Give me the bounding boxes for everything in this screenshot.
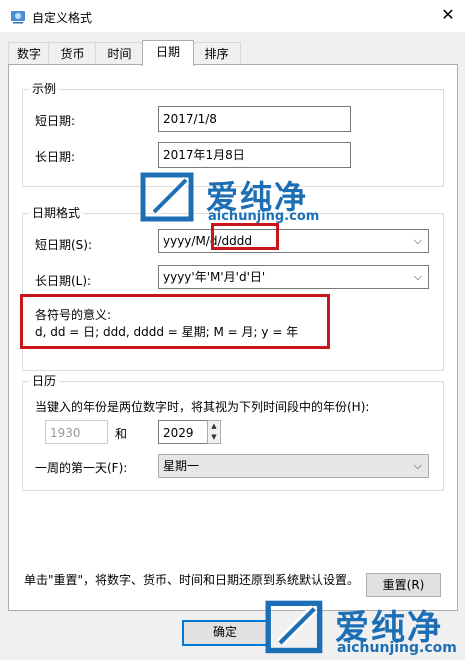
- spin-down-icon[interactable]: ▼: [208, 432, 220, 443]
- two-digit-year-text: 当键入的年份是两位数字时，将其视为下列时间段中的年份(H):: [35, 400, 370, 414]
- short-date-combo[interactable]: yyyy/M/d/dddd ⌵: [158, 229, 429, 253]
- tab-currency[interactable]: 货币: [48, 42, 97, 65]
- highlight-format-suffix: [211, 223, 279, 250]
- calendar-group-label: 日历: [29, 374, 60, 388]
- example-short-label: 短日期:: [35, 114, 76, 128]
- close-icon: ✕: [441, 5, 455, 24]
- year-from-field: 1930: [45, 420, 108, 444]
- first-day-label: 一周的第一天(F):: [35, 461, 128, 475]
- title-bar: 自定义格式 ✕: [0, 0, 465, 32]
- example-long-label: 长日期:: [35, 150, 76, 164]
- calendar-group: 日历 当键入的年份是两位数字时，将其视为下列时间段中的年份(H): 1930 和…: [22, 374, 444, 491]
- long-date-combo[interactable]: yyyy'年'M'月'd'日' ⌵: [158, 265, 429, 289]
- watermark-url: aichunjing.com: [337, 640, 457, 656]
- spin-up-icon[interactable]: ▲: [208, 421, 220, 432]
- and-label: 和: [115, 427, 128, 441]
- example-long-date-field: 2017年1月8日: [158, 142, 351, 168]
- long-date-label: 长日期(L):: [35, 274, 92, 288]
- short-date-label: 短日期(S):: [35, 238, 93, 252]
- reset-button[interactable]: 重置(R): [366, 573, 441, 597]
- window-title: 自定义格式: [32, 11, 93, 25]
- long-date-value: yyyy'年'M'月'd'日': [163, 270, 266, 284]
- tab-sort[interactable]: 排序: [192, 42, 241, 65]
- chevron-down-icon[interactable]: ⌵: [414, 269, 422, 285]
- year-spinner[interactable]: ▲ ▼: [207, 420, 221, 444]
- ok-button[interactable]: 确定: [182, 620, 268, 646]
- chevron-down-icon[interactable]: ⌵: [414, 233, 422, 249]
- tab-number[interactable]: 数字: [8, 42, 50, 65]
- example-group: 示例 短日期: 2017/1/8 长日期: 2017年1月8日: [22, 82, 444, 187]
- chevron-down-icon[interactable]: ⌵: [414, 458, 422, 474]
- first-day-combo[interactable]: 星期一 ⌵: [158, 454, 429, 478]
- highlight-legend: [20, 294, 330, 349]
- year-to-field[interactable]: 2029: [158, 420, 208, 444]
- reset-description: 单击"重置"，将数字、货币、时间和日期还原到系统默认设置。: [24, 573, 360, 587]
- date-format-group-label: 日期格式: [29, 206, 84, 220]
- tab-time[interactable]: 时间: [95, 42, 144, 65]
- example-short-date-field: 2017/1/8: [158, 106, 351, 132]
- close-button[interactable]: ✕: [438, 5, 458, 25]
- control-panel-icon: [11, 11, 25, 24]
- first-day-value: 星期一: [163, 459, 200, 473]
- example-group-label: 示例: [29, 82, 60, 96]
- tab-date[interactable]: 日期: [142, 40, 194, 66]
